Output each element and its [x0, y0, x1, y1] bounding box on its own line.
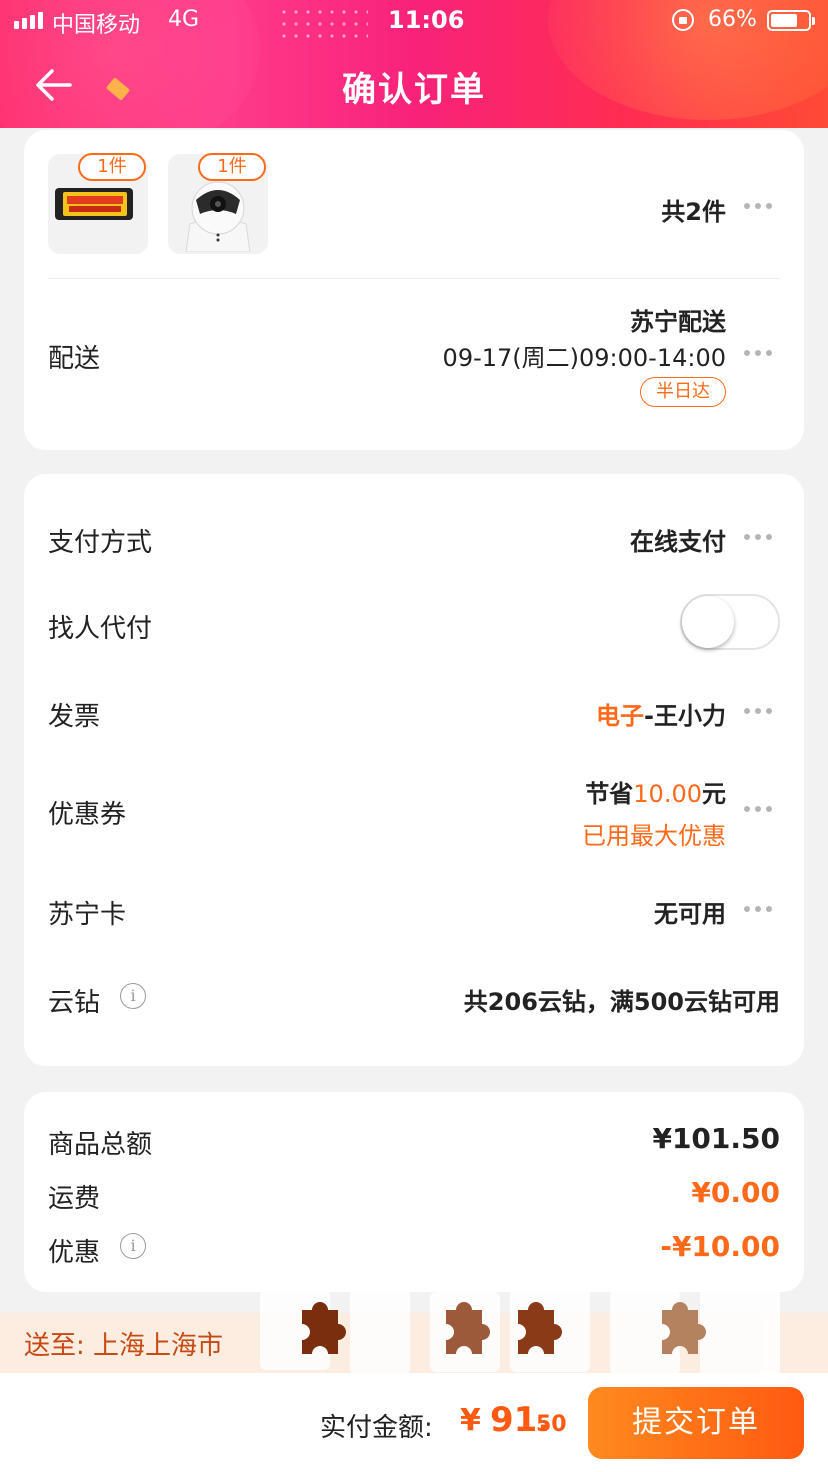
- invoice-holder: -王小力: [644, 702, 726, 730]
- proxy-pay-label: 找人代付: [48, 614, 153, 644]
- item-count[interactable]: 共2件: [584, 192, 726, 227]
- network-type: 4G: [168, 7, 200, 32]
- goods-total-label: 商品总额: [48, 1130, 153, 1160]
- delivery-time-slot[interactable]: 09-17(周二)09:00-14:00: [326, 338, 726, 373]
- divider: [48, 278, 780, 279]
- discount-label: 优惠: [48, 1238, 101, 1268]
- clock: 11:06: [388, 6, 465, 34]
- trash-bag-product-image: [55, 188, 133, 220]
- coupon-label: 优惠券: [48, 800, 127, 830]
- delivery-provider[interactable]: 苏宁配送: [426, 302, 726, 337]
- security-camera-product-image: [185, 181, 251, 252]
- actual-pay-label: 实付金额:: [320, 1413, 433, 1443]
- more-dots-icon[interactable]: [744, 906, 772, 912]
- order-items-card: 1件 1件 共2件 配送 苏宁配送 09-17(周二)09:00-14:00 半…: [24, 130, 804, 450]
- invoice-label: 发票: [48, 702, 101, 732]
- proxy-pay-toggle[interactable]: [680, 594, 780, 650]
- shipping-value: ¥0.00: [691, 1176, 780, 1209]
- product-thumbnail[interactable]: 1件: [48, 153, 148, 254]
- more-dots-icon[interactable]: [744, 806, 772, 812]
- more-dots-icon[interactable]: [744, 350, 772, 356]
- payment-options-card: 支付方式 在线支付 找人代付 发票 电子-王小力 优惠券 节省10.00元 已用…: [24, 474, 804, 1066]
- coupon-savings[interactable]: 节省10.00元: [486, 774, 726, 809]
- discount-value: -¥10.00: [660, 1230, 780, 1263]
- more-dots-icon[interactable]: [744, 708, 772, 714]
- info-icon[interactable]: i: [120, 983, 146, 1009]
- battery-icon: [767, 10, 815, 31]
- checkout-bar: 实付金额: ¥ 91. 50 提交订单: [0, 1373, 828, 1472]
- carrier-name: 中国移动: [52, 13, 141, 38]
- coupon-amount: 10.00: [633, 780, 702, 808]
- price-summary-card: 商品总额 ¥101.50 运费 ¥0.00 优惠 i -¥10.00: [24, 1092, 804, 1292]
- redaction-puzzle-overlay: [260, 1280, 780, 1376]
- cloud-diamond-value: 共206云钻，满500云钻可用: [463, 988, 780, 1016]
- payment-method-label: 支付方式: [48, 528, 153, 558]
- invoice-type: 电子: [596, 702, 645, 730]
- header: 中国移动 4G 11:06 66% 确认订单: [0, 0, 828, 128]
- payment-method-value[interactable]: 在线支付: [526, 522, 726, 557]
- delivery-label: 配送: [48, 344, 101, 374]
- cloud-diamond-label: 云钻: [48, 988, 101, 1018]
- product-thumbnail[interactable]: 1件: [168, 153, 268, 254]
- info-icon[interactable]: i: [120, 1233, 146, 1259]
- goods-total-value: ¥101.50: [652, 1122, 780, 1155]
- signal-icon: [14, 12, 43, 29]
- coupon-note: 已用最大优惠: [582, 822, 726, 850]
- shipping-label: 运费: [48, 1184, 101, 1214]
- submit-order-button[interactable]: 提交订单: [588, 1387, 804, 1459]
- quantity-badge: 1件: [78, 153, 146, 181]
- status-bar: 中国移动 4G 11:06 66%: [0, 0, 828, 42]
- page-title: 确认订单: [342, 70, 486, 110]
- coupon-prefix: 节省: [585, 780, 634, 808]
- suning-card-value[interactable]: 无可用: [526, 894, 726, 929]
- battery-percent: 66%: [708, 7, 757, 32]
- currency-symbol: ¥: [460, 1403, 481, 1438]
- coupon-suffix: 元: [702, 780, 726, 808]
- delivery-address: 送至: 上海上海市: [24, 1331, 224, 1361]
- toggle-knob: [682, 596, 734, 648]
- suning-card-label: 苏宁卡: [48, 900, 127, 930]
- pay-amount-decimal: 50: [536, 1412, 567, 1437]
- half-day-badge: 半日达: [640, 377, 726, 407]
- rotation-lock-icon: [672, 9, 694, 31]
- more-dots-icon[interactable]: [744, 203, 772, 209]
- more-dots-icon[interactable]: [744, 534, 772, 540]
- invoice-value[interactable]: 电子-王小力: [486, 696, 726, 731]
